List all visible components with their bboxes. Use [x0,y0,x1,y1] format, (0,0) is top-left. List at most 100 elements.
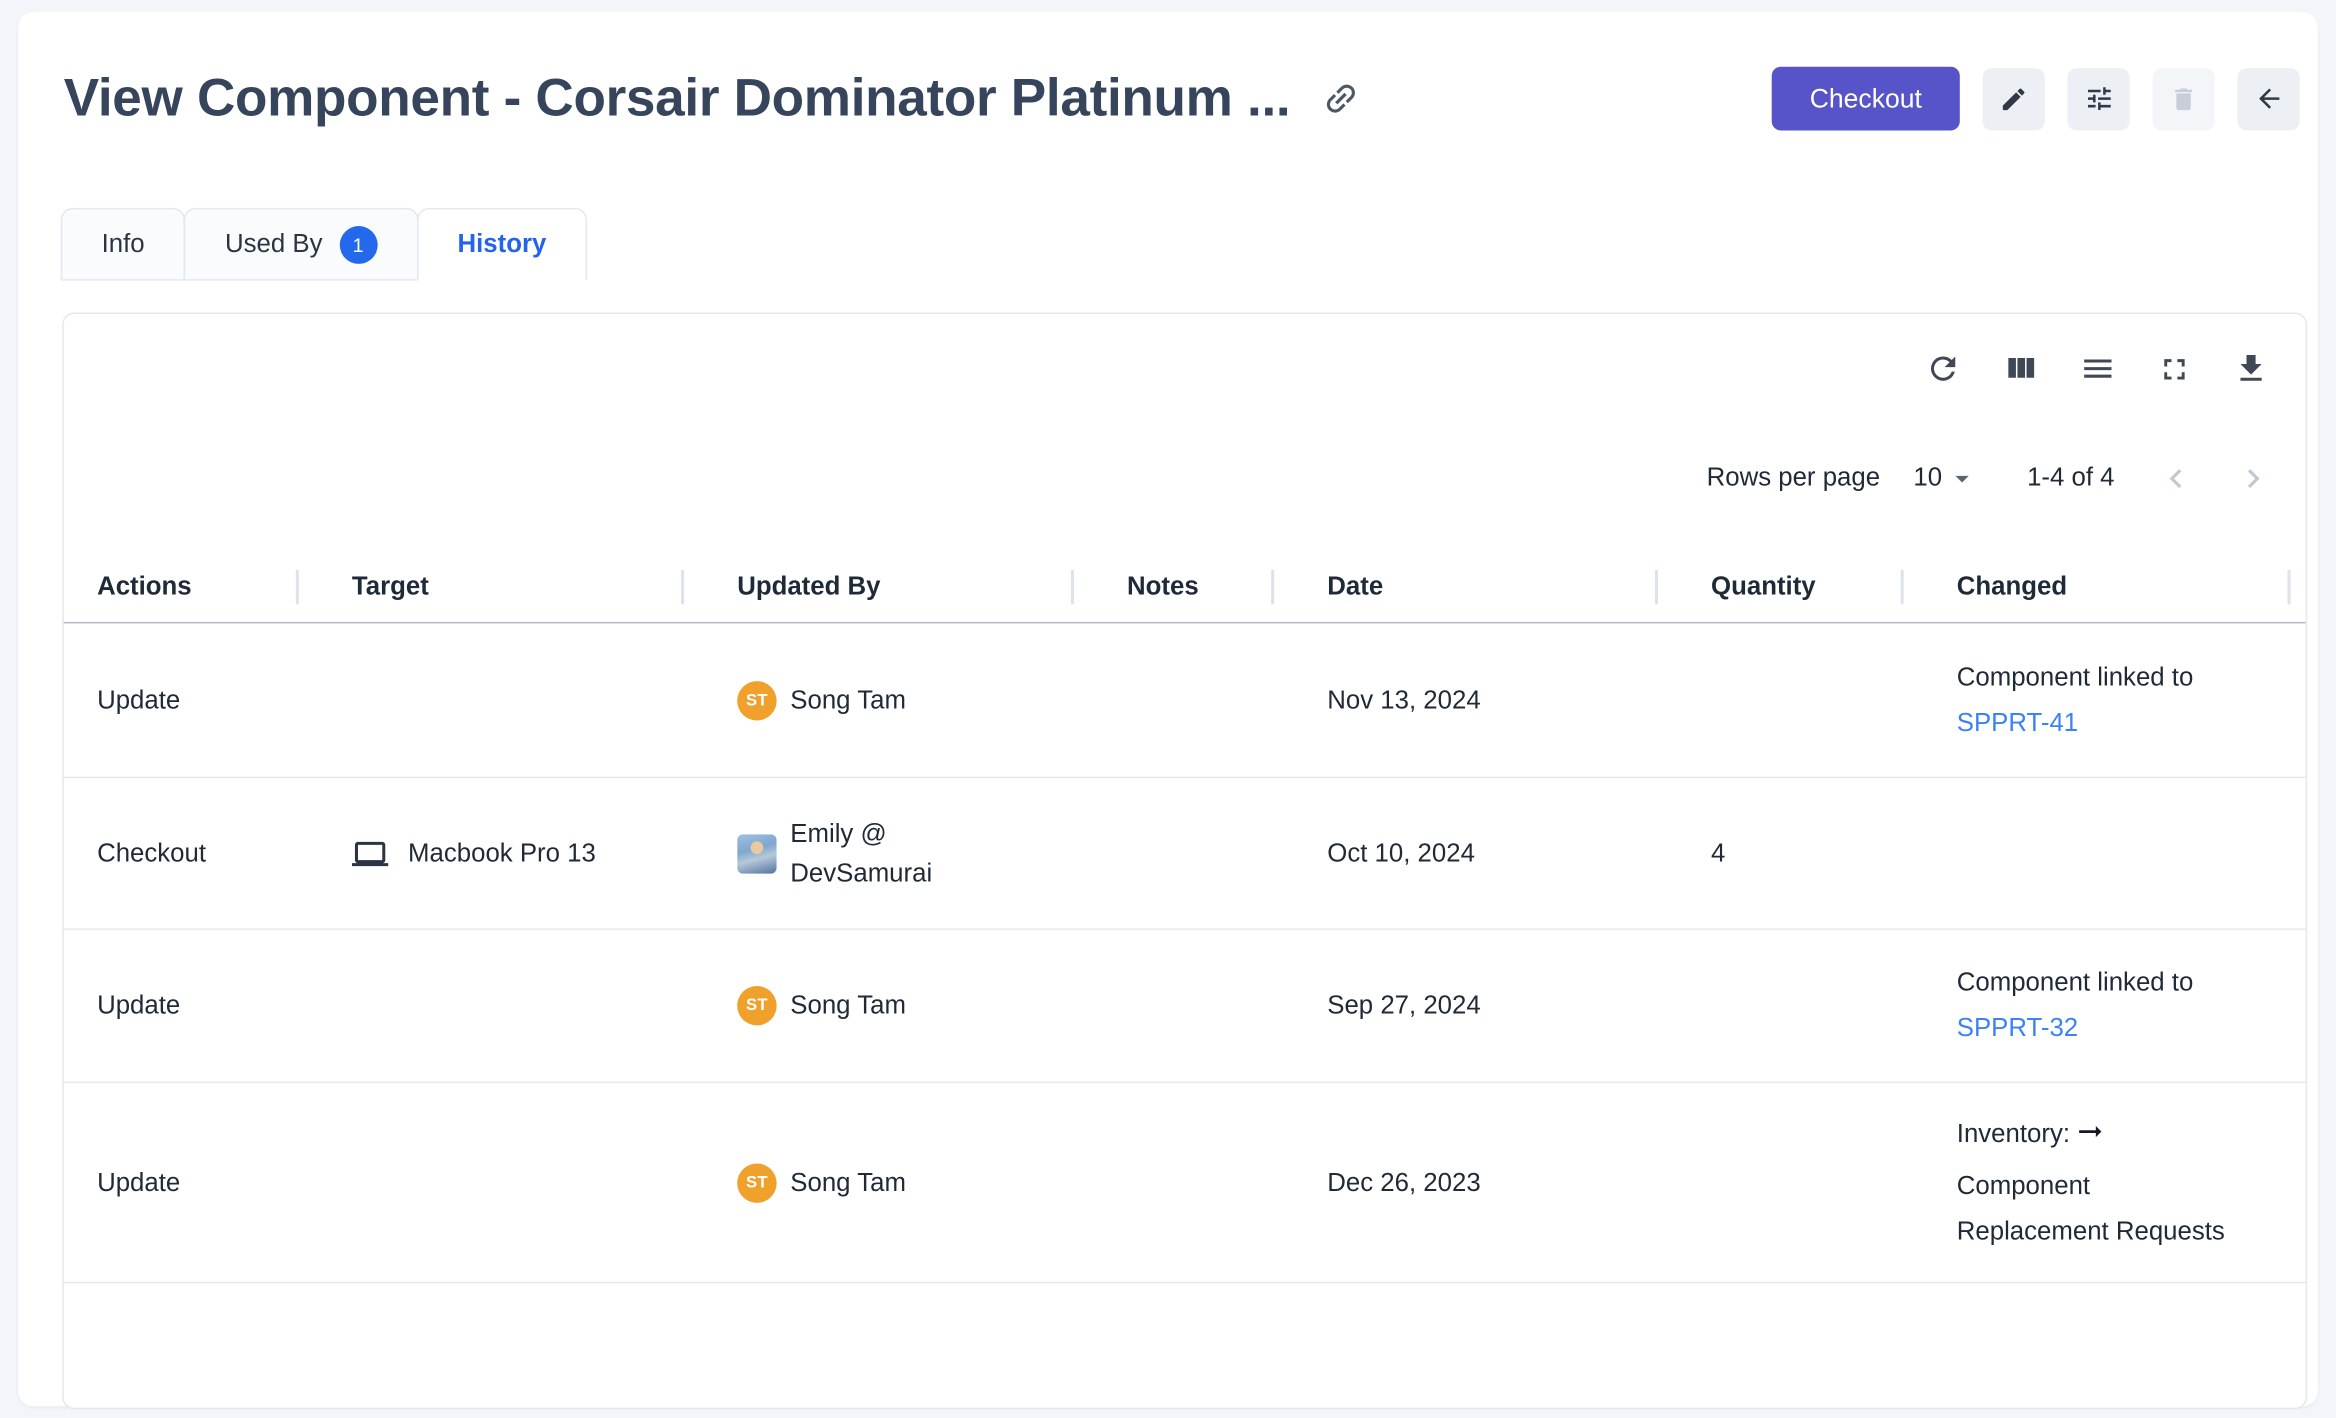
tab-info[interactable]: Info [61,208,186,281]
date-cell: Nov 13, 2024 [1271,623,1655,776]
target-cell [296,930,681,1082]
table-header-row: Actions Target Updated By Notes Date Qua… [64,551,2306,624]
arrow-left-icon [2253,83,2283,113]
changed-cell: Component linked to SPPRT-32 [1901,930,2308,1082]
pagination-range: 1-4 of 4 [2027,463,2114,493]
history-grid-card: Rows per page 10 1-4 of 4 [62,312,2307,1409]
tab-used-by-label: Used By [225,229,322,259]
action-cell: Checkout [64,778,296,928]
updated-by-cell: ST Song Tam [681,930,1071,1082]
quantity-cell: 4 [1655,778,1901,928]
link-icon[interactable] [1313,71,1369,127]
table-row: Update ST Song Tam Nov 13, 2024 Componen… [64,623,2306,778]
changed-text: Component linked to [1957,662,2194,691]
notes-cell [1071,778,1271,928]
rows-per-page-value: 10 [1913,463,1942,493]
column-header-updated-by[interactable]: Updated By [681,551,1071,622]
column-header-date[interactable]: Date [1271,551,1655,622]
header-actions: Checkout [1772,67,2300,131]
target-cell [296,623,681,776]
next-page-button[interactable] [2234,459,2272,497]
table-row: Checkout Macbook Pro 13 Emily @ DevSamur… [64,778,2306,930]
grid-pagination: Rows per page 10 1-4 of 4 [64,447,2282,508]
edit-button[interactable] [1983,68,2045,130]
notes-cell [1071,930,1271,1082]
date-cell: Oct 10, 2024 [1271,778,1655,928]
back-button[interactable] [2237,68,2299,130]
updated-by-cell: ST Song Tam [681,1083,1071,1282]
pencil-icon [1999,84,2028,113]
tab-history[interactable]: History [417,208,588,281]
action-cell: Update [64,623,296,776]
notes-cell [1071,623,1271,776]
changed-text: Component Replacement Requests [1957,1170,2225,1244]
table-row: Update ST Song Tam Dec 26, 2023 Inventor… [64,1083,2306,1283]
density-icon [2080,350,2116,386]
quantity-cell [1655,930,1901,1082]
column-header-quantity[interactable]: Quantity [1655,551,1901,622]
changed-text: Component linked to [1957,968,2194,997]
download-button[interactable] [2233,350,2269,386]
tab-used-by[interactable]: Used By 1 [184,208,418,281]
notes-cell [1071,1083,1271,1282]
updated-by-name: Emily @ DevSamurai [790,814,951,893]
tab-info-label: Info [102,229,145,259]
refresh-icon [1925,350,1961,386]
previous-page-button[interactable] [2157,459,2195,497]
quantity-cell [1655,1083,1901,1282]
trash-icon [2169,84,2198,113]
action-cell: Update [64,1083,296,1282]
changed-cell [1901,778,2308,928]
column-header-notes[interactable]: Notes [1071,551,1271,622]
checkout-button[interactable]: Checkout [1772,67,1960,131]
changed-link[interactable]: SPPRT-32 [1957,1013,2078,1042]
changed-link[interactable]: SPPRT-41 [1957,708,2078,737]
fullscreen-icon [2157,351,2192,386]
delete-button[interactable] [2152,68,2214,130]
density-button[interactable] [2080,350,2116,386]
used-by-count-badge: 1 [339,225,377,263]
columns-button[interactable] [2002,350,2038,386]
changed-cell: Inventory: Component Replacement Request… [1901,1083,2308,1282]
quantity-cell [1655,623,1901,776]
rows-per-page-select[interactable]: 10 [1913,462,1978,494]
updated-by-cell: ST Song Tam [681,623,1071,776]
column-header-target[interactable]: Target [296,551,681,622]
chevron-down-icon [1947,462,1979,494]
changed-cell: Component linked to SPPRT-41 [1901,623,2308,776]
updated-by-name: Song Tam [790,1163,906,1202]
page-title: View Component - Corsair Dominator Plati… [64,68,1291,129]
target-label: Macbook Pro 13 [408,838,596,868]
chevron-right-icon [2234,459,2272,497]
date-cell: Sep 27, 2024 [1271,930,1655,1082]
grid-footer [64,1283,2306,1404]
arrow-right-icon [2073,1125,2106,1154]
refresh-button[interactable] [1925,350,1961,386]
download-icon [2233,350,2269,386]
page-header: View Component - Corsair Dominator Plati… [18,12,2318,130]
view-component-page: View Component - Corsair Dominator Plati… [18,12,2318,1406]
table-row: Update ST Song Tam Sep 27, 2024 Componen… [64,930,2306,1083]
column-header-actions[interactable]: Actions [64,551,296,622]
updated-by-name: Song Tam [790,986,906,1025]
avatar: ST [737,680,776,719]
fullscreen-button[interactable] [2157,351,2192,386]
tab-bar: Info Used By 1 History [61,208,2318,281]
changed-prefix: Inventory: [1957,1119,2070,1148]
avatar [737,834,776,873]
settings-button[interactable] [2068,68,2130,130]
column-header-changed[interactable]: Changed [1901,551,2308,622]
updated-by-name: Song Tam [790,680,906,719]
chevron-left-icon [2157,459,2195,497]
columns-icon [2002,350,2038,386]
action-cell: Update [64,930,296,1082]
app-viewport: View Component - Corsair Dominator Plati… [0,0,2336,1418]
tab-history-label: History [458,229,547,259]
sliders-icon [2083,83,2113,113]
grid-toolbar [64,344,2270,393]
target-cell: Macbook Pro 13 [296,778,681,928]
target-cell [296,1083,681,1282]
updated-by-cell: Emily @ DevSamurai [681,778,1071,928]
avatar: ST [737,986,776,1025]
laptop-icon [352,835,388,871]
